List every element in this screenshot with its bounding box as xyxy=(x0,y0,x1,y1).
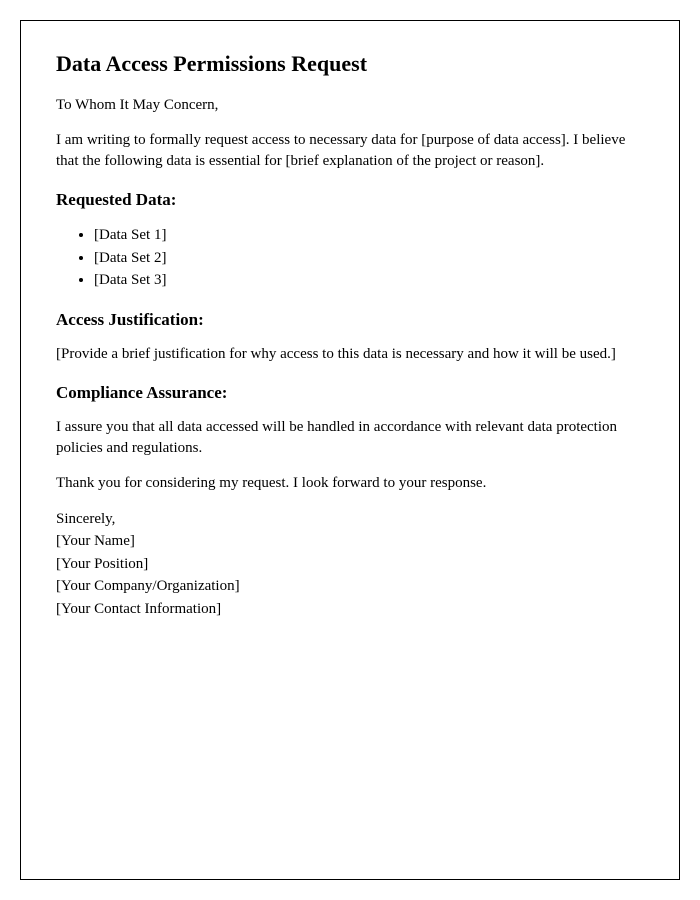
signature-organization: [Your Company/Organization] xyxy=(56,575,644,598)
requested-data-list: [Data Set 1] [Data Set 2] [Data Set 3] xyxy=(94,224,644,292)
compliance-heading: Compliance Assurance: xyxy=(56,383,644,403)
salutation: To Whom It May Concern, xyxy=(56,95,644,116)
signature-block: Sincerely, [Your Name] [Your Position] [… xyxy=(56,508,644,621)
compliance-body: I assure you that all data accessed will… xyxy=(56,417,644,459)
requested-data-heading: Requested Data: xyxy=(56,190,644,210)
signature-contact: [Your Contact Information] xyxy=(56,598,644,621)
document-title: Data Access Permissions Request xyxy=(56,51,644,77)
closing-paragraph: Thank you for considering my request. I … xyxy=(56,473,644,494)
list-item: [Data Set 1] xyxy=(94,224,644,247)
signature-valediction: Sincerely, xyxy=(56,508,644,531)
justification-body: [Provide a brief justification for why a… xyxy=(56,344,644,365)
document-frame: Data Access Permissions Request To Whom … xyxy=(20,20,680,880)
list-item: [Data Set 3] xyxy=(94,269,644,292)
intro-paragraph: I am writing to formally request access … xyxy=(56,130,644,172)
signature-position: [Your Position] xyxy=(56,553,644,576)
justification-heading: Access Justification: xyxy=(56,310,644,330)
signature-name: [Your Name] xyxy=(56,530,644,553)
list-item: [Data Set 2] xyxy=(94,247,644,270)
